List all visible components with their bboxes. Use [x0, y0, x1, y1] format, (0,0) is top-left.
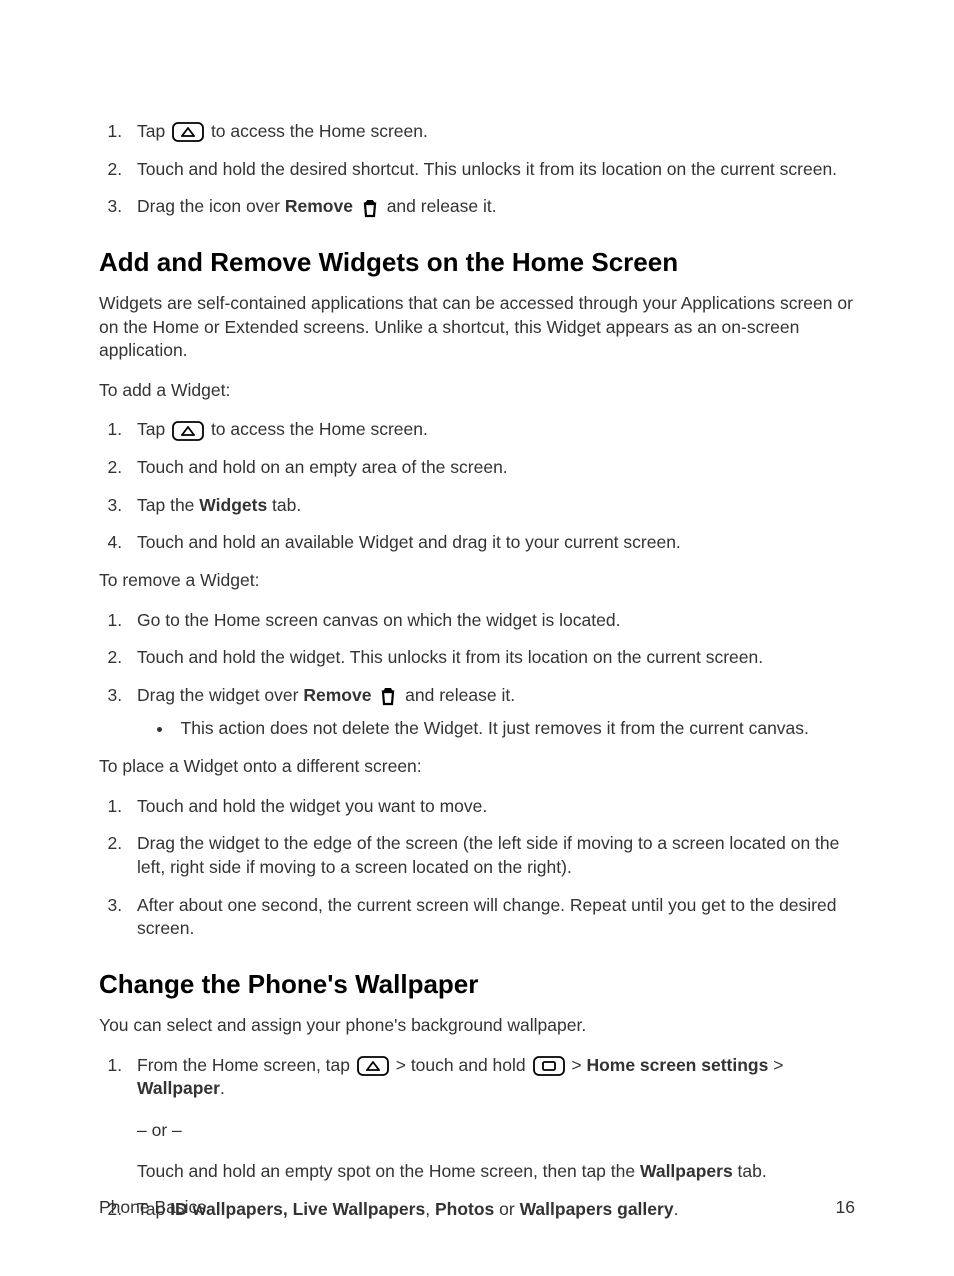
step-text: tab.: [733, 1161, 767, 1181]
list-item: Drag the widget to the edge of the scree…: [127, 832, 855, 879]
list-item: After about one second, the current scre…: [127, 894, 855, 941]
list-item: Touch and hold the widget. This unlocks …: [127, 646, 855, 670]
step-text: >: [768, 1055, 783, 1075]
add-widget-steps: Tap to access the Home screen. Touch and…: [99, 418, 855, 555]
step-text: and release it.: [400, 685, 515, 705]
step-text: Drag the icon over: [137, 196, 285, 216]
list-item: This action does not delete the Widget. …: [177, 717, 855, 741]
home-screen-settings-label: Home screen settings: [586, 1055, 768, 1075]
step-text: From the Home screen, tap: [137, 1055, 355, 1075]
step-text: After about one second, the current scre…: [137, 895, 836, 939]
add-widget-heading: To add a Widget:: [99, 379, 855, 403]
wallpapers-label: Wallpapers: [640, 1161, 733, 1181]
remove-widget-heading: To remove a Widget:: [99, 569, 855, 593]
page-footer: Phone Basics 16: [99, 1196, 855, 1220]
step-text: Touch and hold on an empty area of the s…: [137, 457, 508, 477]
footer-section-name: Phone Basics: [99, 1196, 206, 1220]
document-page: Tap to access the Home screen. Touch and…: [0, 0, 954, 1276]
trash-icon: [378, 685, 398, 707]
step-text: >: [567, 1055, 587, 1075]
step-text: Drag the widget over: [137, 685, 303, 705]
list-item: Drag the widget over Remove and release …: [127, 684, 855, 741]
wallpaper-intro: You can select and assign your phone's b…: [99, 1014, 855, 1038]
move-widget-heading: To place a Widget onto a different scree…: [99, 755, 855, 779]
home-icon: [172, 421, 204, 441]
list-item: Go to the Home screen canvas on which th…: [127, 609, 855, 633]
section-heading-wallpaper: Change the Phone's Wallpaper: [99, 967, 855, 1002]
step-text: to access the Home screen.: [206, 419, 428, 439]
step-text: Tap the: [137, 495, 199, 515]
step-text: and release it.: [382, 196, 497, 216]
wallpaper-label: Wallpaper: [137, 1078, 220, 1098]
step-text: Touch and hold an available Widget and d…: [137, 532, 681, 552]
list-item: Touch and hold an available Widget and d…: [127, 531, 855, 555]
home-icon: [172, 122, 204, 142]
section-heading-widgets: Add and Remove Widgets on the Home Scree…: [99, 245, 855, 280]
footer-page-number: 16: [836, 1196, 855, 1220]
home-icon: [357, 1056, 389, 1076]
list-item: Touch and hold the desired shortcut. Thi…: [127, 158, 855, 182]
recent-apps-icon: [533, 1056, 565, 1076]
list-item: Touch and hold on an empty area of the s…: [127, 456, 855, 480]
sub-bullet-list: This action does not delete the Widget. …: [137, 717, 855, 741]
list-item: Tap the Widgets tab.: [127, 494, 855, 518]
widgets-label: Widgets: [199, 495, 267, 515]
bullet-text: This action does not delete the Widget. …: [181, 718, 809, 738]
step-text: Touch and hold the widget. This unlocks …: [137, 647, 763, 667]
step-text: > touch and hold: [391, 1055, 531, 1075]
remove-widget-steps: Go to the Home screen canvas on which th…: [99, 609, 855, 742]
remove-label: Remove: [303, 685, 371, 705]
list-item: Touch and hold the widget you want to mo…: [127, 795, 855, 819]
remove-label: Remove: [285, 196, 353, 216]
list-item: From the Home screen, tap > touch and ho…: [127, 1054, 855, 1185]
step-text: to access the Home screen.: [206, 121, 428, 141]
move-widget-steps: Touch and hold the widget you want to mo…: [99, 795, 855, 941]
trash-icon: [360, 197, 380, 219]
list-item: Tap to access the Home screen.: [127, 418, 855, 442]
list-item: Drag the icon over Remove and release it…: [127, 195, 855, 219]
or-separator: – or –: [137, 1119, 855, 1143]
step-text: Tap: [137, 121, 170, 141]
step-text: Go to the Home screen canvas on which th…: [137, 610, 620, 630]
step-text: Touch and hold the widget you want to mo…: [137, 796, 487, 816]
step-text: tab.: [267, 495, 301, 515]
step-text: Drag the widget to the edge of the scree…: [137, 833, 839, 877]
step-text: .: [220, 1078, 225, 1098]
step-text: Touch and hold an empty spot on the Home…: [137, 1161, 640, 1181]
list-item: Tap to access the Home screen.: [127, 120, 855, 144]
step-text: Tap: [137, 419, 170, 439]
remove-shortcut-steps: Tap to access the Home screen. Touch and…: [99, 120, 855, 219]
step-text: Touch and hold the desired shortcut. Thi…: [137, 159, 837, 179]
alt-instruction: Touch and hold an empty spot on the Home…: [137, 1160, 855, 1184]
widgets-intro: Widgets are self-contained applications …: [99, 292, 855, 363]
